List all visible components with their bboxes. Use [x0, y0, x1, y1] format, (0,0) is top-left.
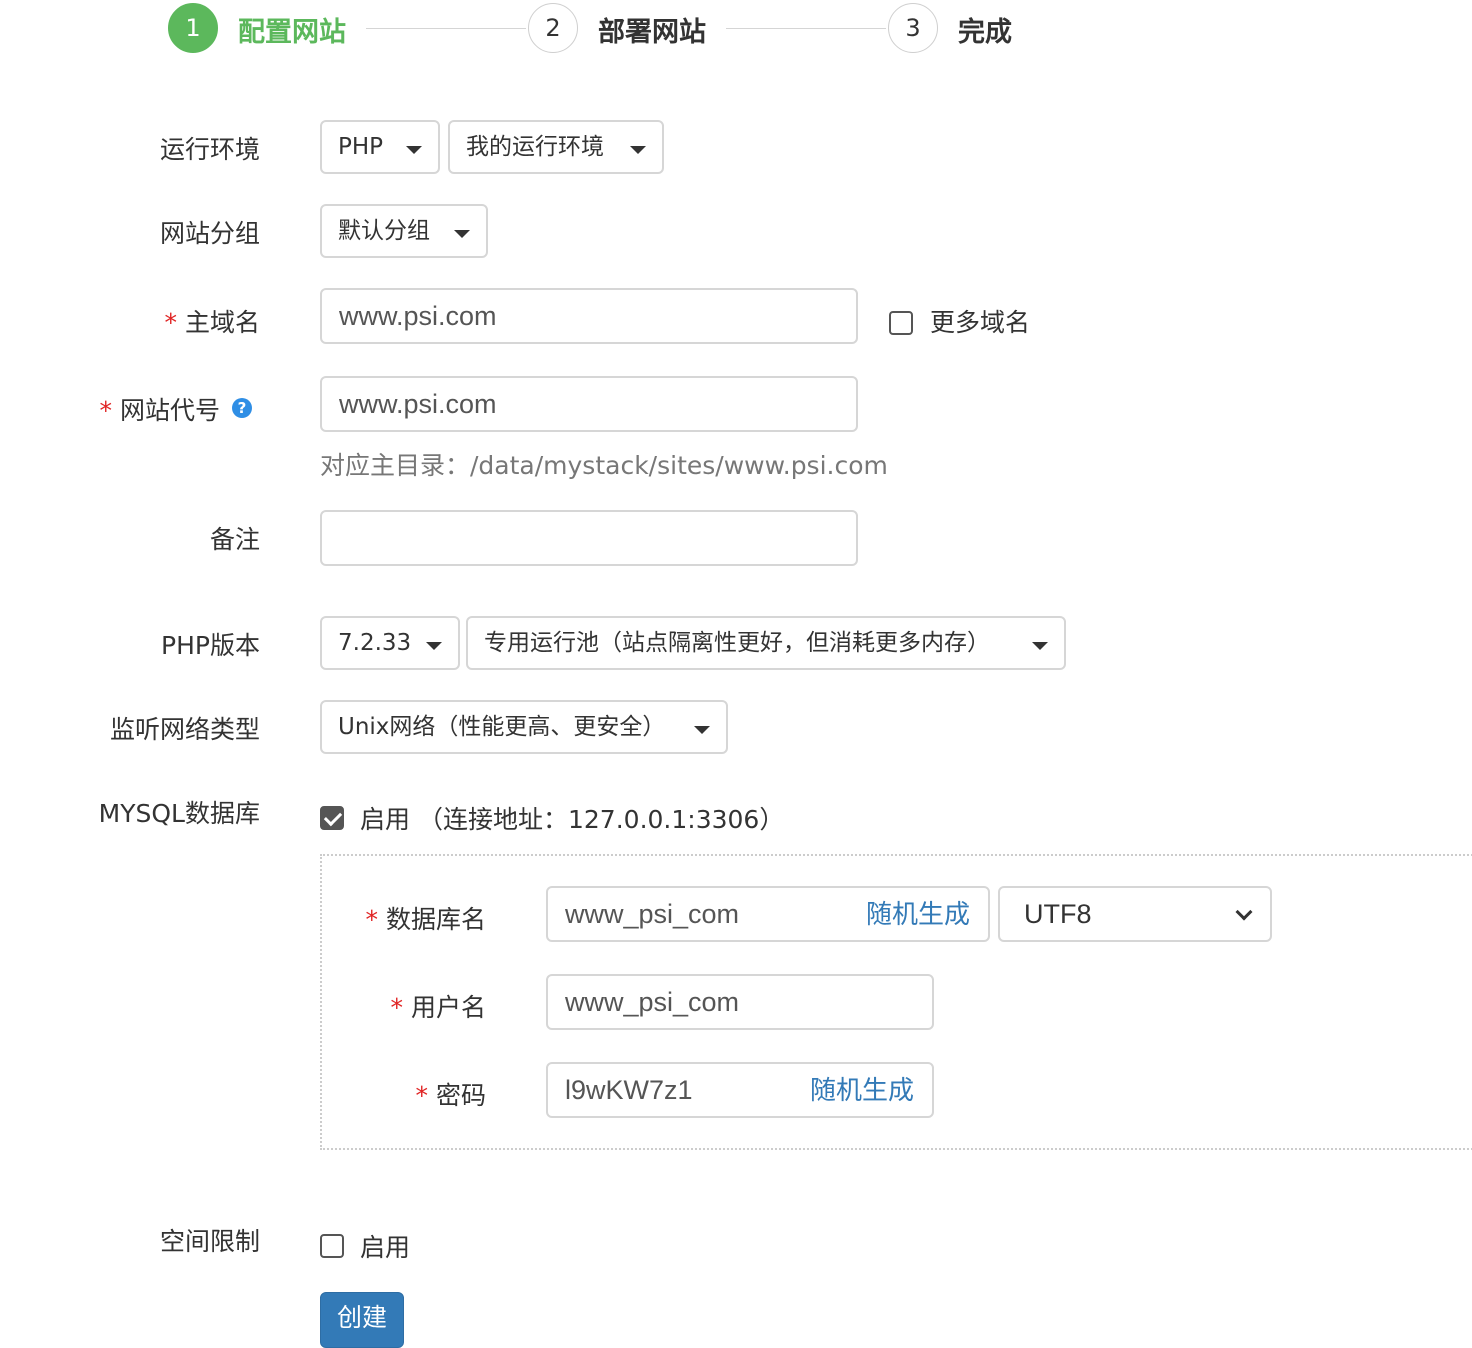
runtime-type-value: PHP: [338, 134, 384, 160]
step-connector: [366, 28, 526, 29]
db-name-generate-button[interactable]: 随机生成: [866, 888, 970, 940]
step-connector: [726, 28, 886, 29]
caret-down-icon: [1032, 642, 1048, 650]
php-version-value: 7.2.33: [338, 630, 412, 656]
php-version-label: PHP版本: [161, 631, 260, 660]
caret-down-icon: [426, 642, 442, 650]
caret-down-icon: [454, 230, 470, 238]
question-icon[interactable]: ?: [232, 398, 252, 418]
listen-type-dropdown[interactable]: Unix网络（性能更高、更安全）: [320, 700, 728, 754]
site-code-input[interactable]: www.psi.com: [320, 376, 858, 432]
site-code-label: * 网站代号: [60, 391, 220, 427]
step-1-indicator: 1: [168, 3, 218, 53]
group-value: 默认分组: [338, 218, 430, 244]
required-marker: *: [365, 905, 378, 934]
mysql-address: （连接地址：127.0.0.1:3306）: [418, 805, 785, 834]
db-password-label-text: 密码: [435, 1081, 486, 1110]
quota-enable-checkbox[interactable]: [320, 1234, 344, 1258]
create-button[interactable]: 创建: [320, 1292, 404, 1348]
listen-type-value: Unix网络（性能更高、更安全）: [338, 714, 666, 740]
remark-label: 备注: [209, 525, 260, 554]
group-label: 网站分组: [159, 219, 260, 248]
more-domains-label: 更多域名: [930, 308, 1031, 337]
step-1-label: 配置网站: [238, 17, 346, 48]
step-3-label: 完成: [958, 17, 1012, 48]
required-marker: *: [99, 396, 112, 425]
required-marker: *: [415, 1081, 428, 1110]
step-1-number: 1: [185, 14, 201, 42]
domain-input[interactable]: www.psi.com: [320, 288, 858, 344]
group-dropdown[interactable]: 默认分组: [320, 204, 488, 258]
db-user-label-text: 用户名: [410, 993, 486, 1022]
db-password-label: * 密码: [326, 1076, 486, 1112]
db-password-input-value: l9wKW7z1: [565, 1075, 693, 1105]
quota-enable-label: 启用: [360, 1233, 411, 1262]
db-password-generate-button[interactable]: 随机生成: [810, 1064, 914, 1116]
listen-type-label: 监听网络类型: [109, 715, 260, 744]
site-code-label-text: 网站代号: [119, 396, 220, 425]
runtime-type-dropdown[interactable]: PHP: [320, 120, 440, 174]
required-marker: *: [390, 993, 403, 1022]
step-2-label: 部署网站: [598, 17, 706, 48]
step-3-indicator: 3: [888, 3, 938, 53]
chevron-down-icon: [1235, 903, 1253, 921]
quota-label: 空间限制: [159, 1227, 260, 1256]
domain-label-text: 主域名: [184, 308, 260, 337]
db-name-label: * 数据库名: [326, 900, 486, 936]
required-marker: *: [164, 308, 177, 337]
db-password-input[interactable]: l9wKW7z1 随机生成: [546, 1062, 934, 1118]
runtime-env-value: 我的运行环境: [466, 134, 604, 160]
step-2-indicator: 2: [528, 3, 578, 53]
db-user-input-value: www_psi_com: [565, 987, 740, 1017]
db-user-label: * 用户名: [326, 988, 486, 1024]
mysql-label: MYSQL数据库: [98, 799, 260, 828]
db-name-input-value: www_psi_com: [565, 899, 740, 929]
site-directory-hint: 对应主目录：/data/mystack/sites/www.psi.com: [320, 451, 888, 480]
php-pool-dropdown[interactable]: 专用运行池（站点隔离性更好，但消耗更多内存）: [466, 616, 1066, 670]
step-3-number: 3: [905, 14, 921, 42]
php-pool-value: 专用运行池（站点隔离性更好，但消耗更多内存）: [484, 630, 990, 656]
php-version-dropdown[interactable]: 7.2.33: [320, 616, 460, 670]
db-name-label-text: 数据库名: [385, 905, 486, 934]
charset-value: UTF8: [1024, 899, 1092, 929]
remark-input[interactable]: [320, 510, 858, 566]
domain-label: * 主域名: [100, 303, 260, 339]
db-user-input[interactable]: www_psi_com: [546, 974, 934, 1030]
caret-down-icon: [630, 146, 646, 154]
runtime-label: 运行环境: [159, 135, 260, 164]
caret-down-icon: [406, 146, 422, 154]
mysql-enable-label: 启用: [360, 805, 411, 834]
db-name-input[interactable]: www_psi_com 随机生成: [546, 886, 990, 942]
more-domains-checkbox[interactable]: [889, 311, 913, 335]
charset-select[interactable]: UTF8: [998, 886, 1272, 942]
domain-input-value: www.psi.com: [339, 301, 497, 331]
step-2-number: 2: [545, 14, 561, 42]
runtime-env-dropdown[interactable]: 我的运行环境: [448, 120, 664, 174]
site-code-input-value: www.psi.com: [339, 389, 497, 419]
mysql-enable-checkbox[interactable]: [320, 806, 344, 830]
caret-down-icon: [694, 726, 710, 734]
